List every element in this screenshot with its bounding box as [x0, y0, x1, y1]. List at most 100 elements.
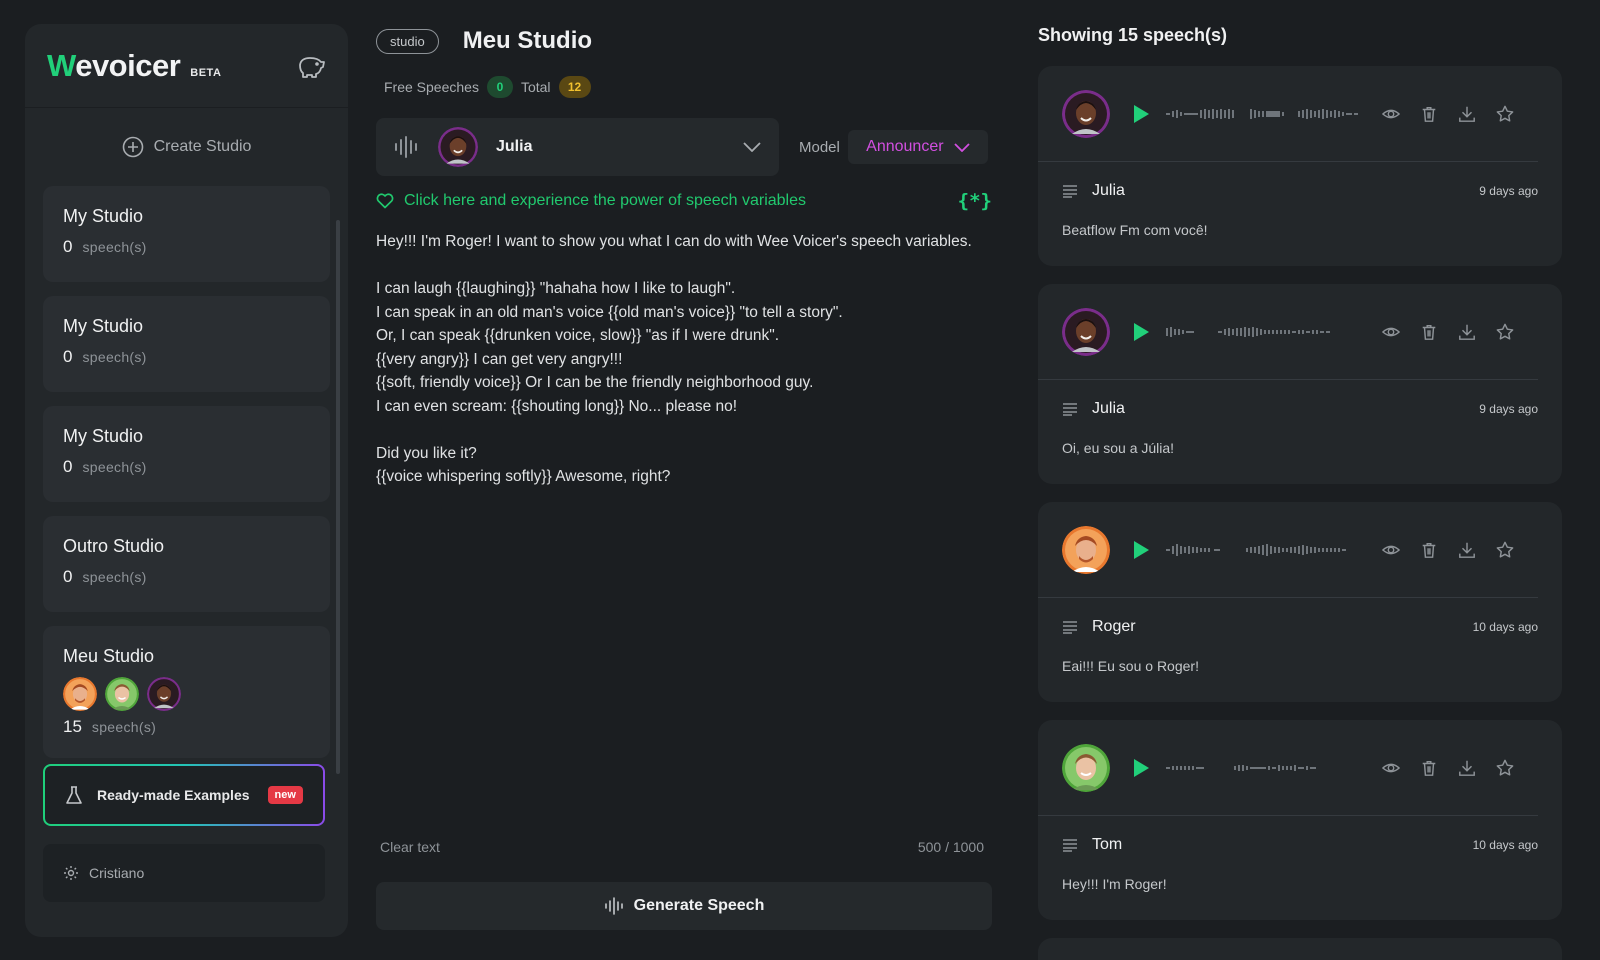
star-icon[interactable]	[1496, 759, 1514, 777]
star-icon[interactable]	[1496, 105, 1514, 123]
voice-model-row: Julia Model Announcer	[376, 118, 992, 176]
audio-waveform[interactable]	[1166, 322, 1376, 342]
piggy-bank-icon[interactable]	[296, 53, 326, 79]
speech-date: 10 days ago	[1472, 620, 1538, 634]
total-label: Total	[520, 79, 551, 95]
text-lines-icon	[1063, 621, 1077, 634]
download-icon[interactable]	[1458, 759, 1476, 777]
eye-icon[interactable]	[1382, 323, 1400, 341]
voice-avatar-julia	[438, 127, 478, 167]
studio-card-my-studio-1[interactable]: My Studio 0 speech(s)	[43, 186, 330, 282]
speech-variables-link[interactable]: Click here and experience the power of s…	[404, 192, 948, 210]
wevoicer-logo[interactable]: Wevoicer BETA	[47, 48, 221, 84]
text-lines-icon	[1063, 185, 1077, 198]
eye-icon[interactable]	[1382, 759, 1400, 777]
studio-speech-unit: speech(s)	[91, 719, 157, 735]
audio-waveform[interactable]	[1166, 104, 1376, 124]
trash-icon[interactable]	[1420, 323, 1438, 341]
waveform-icon	[604, 897, 623, 915]
studio-speech-unit: speech(s)	[82, 349, 147, 365]
speech-card[interactable]: Roger 10 days ago Eai!!! Eu sou o Roger!	[1038, 502, 1562, 702]
studio-speech-unit: speech(s)	[82, 569, 147, 585]
trash-icon[interactable]	[1420, 541, 1438, 559]
text-lines-icon	[1063, 403, 1077, 416]
logo-row: Wevoicer BETA	[25, 24, 348, 108]
speech-stats: Free Speeches 0 Total 12	[384, 76, 992, 98]
character-counter: 500 / 1000	[917, 839, 984, 855]
selected-voice-name: Julia	[496, 138, 533, 155]
heart-icon	[376, 193, 394, 209]
speech-card[interactable]: Tom 10 days ago Hey!!! I'm Roger!	[1038, 720, 1562, 920]
studio-card-meu-studio[interactable]: Meu Studio 15 speech(s)	[43, 626, 330, 758]
speech-variables-row: Click here and experience the power of s…	[376, 190, 992, 212]
eye-icon[interactable]	[1382, 541, 1400, 559]
play-icon[interactable]	[1132, 322, 1150, 342]
speech-card[interactable]	[1038, 938, 1562, 960]
download-icon[interactable]	[1458, 323, 1476, 341]
plus-circle-icon	[122, 136, 143, 158]
eye-icon[interactable]	[1382, 105, 1400, 123]
speech-voice-name: Tom	[1092, 836, 1123, 853]
studio-type-pill: studio	[376, 28, 439, 54]
chevron-down-icon	[743, 142, 761, 152]
studio-card-my-studio-2[interactable]: My Studio 0 speech(s)	[43, 296, 330, 392]
model-label: Model	[799, 138, 840, 156]
sidebar: Wevoicer BETA Create Studio My Studio 0 …	[25, 24, 348, 937]
free-speeches-count: 0	[486, 76, 513, 98]
play-icon[interactable]	[1132, 104, 1150, 124]
speech-text: Beatflow Fm com você!	[1062, 222, 1208, 238]
voice-select[interactable]: Julia	[376, 118, 779, 176]
model-select[interactable]: Announcer	[847, 130, 988, 164]
ready-made-examples-button[interactable]: Ready-made Examples new	[43, 764, 325, 826]
logo-w: W	[47, 47, 76, 83]
speech-date: 10 days ago	[1472, 838, 1538, 852]
create-studio-button[interactable]: Create Studio	[25, 108, 348, 186]
download-icon[interactable]	[1458, 541, 1476, 559]
sidebar-scrollbar[interactable]	[336, 220, 340, 774]
trash-icon[interactable]	[1420, 105, 1438, 123]
beta-label: BETA	[190, 66, 222, 79]
speech-date: 9 days ago	[1479, 402, 1538, 416]
speech-voice-name: Julia	[1092, 182, 1125, 199]
avatar-roger	[1062, 526, 1110, 574]
play-icon[interactable]	[1132, 540, 1150, 560]
speech-text-input[interactable]: Hey!!! I'm Roger! I want to show you wha…	[376, 230, 992, 820]
create-studio-label: Create Studio	[153, 138, 252, 155]
star-icon[interactable]	[1496, 323, 1514, 341]
speech-voice-name: Roger	[1092, 618, 1136, 635]
studio-speech-unit: speech(s)	[82, 239, 147, 255]
studio-name: My Studio	[63, 316, 144, 336]
audio-waveform[interactable]	[1166, 540, 1376, 560]
free-speeches-label: Free Speeches	[384, 79, 479, 95]
avatar-tom	[1062, 744, 1110, 792]
studio-speech-count: 15	[63, 717, 82, 736]
star-icon[interactable]	[1496, 541, 1514, 559]
speech-card[interactable]: Julia 9 days ago Beatflow Fm com você!	[1038, 66, 1562, 266]
studio-card-my-studio-3[interactable]: My Studio 0 speech(s)	[43, 406, 330, 502]
speech-editor: studio Meu Studio Free Speeches 0 Total …	[376, 24, 992, 944]
speech-date: 9 days ago	[1479, 184, 1538, 198]
user-name: Cristiano	[89, 865, 145, 881]
selected-model: Announcer	[866, 138, 944, 155]
examples-label: Ready-made Examples	[97, 787, 250, 803]
speech-text: Hey!!! I'm Roger!	[1062, 876, 1167, 892]
page-title[interactable]: Meu Studio	[463, 27, 592, 55]
trash-icon[interactable]	[1420, 759, 1438, 777]
play-icon[interactable]	[1132, 758, 1150, 778]
chevron-down-icon	[953, 142, 970, 152]
studio-card-outro-studio[interactable]: Outro Studio 0 speech(s)	[43, 516, 330, 612]
clear-text-button[interactable]: Clear text	[380, 839, 440, 855]
studio-name: Meu Studio	[63, 646, 155, 666]
audio-waveform[interactable]	[1166, 758, 1376, 778]
generate-speech-button[interactable]: Generate Speech	[376, 882, 992, 930]
speeches-count-title: Showing 15 speech(s)	[1038, 24, 1228, 45]
user-settings-button[interactable]: Cristiano	[43, 844, 325, 902]
download-icon[interactable]	[1458, 105, 1476, 123]
studio-speech-unit: speech(s)	[82, 459, 147, 475]
waveform-icon	[395, 136, 417, 158]
logo-text: evoicer	[75, 47, 181, 83]
speech-card[interactable]: Julia 9 days ago Oi, eu sou a Júlia!	[1038, 284, 1562, 484]
studio-voice-avatars	[63, 677, 310, 711]
studio-name: My Studio	[63, 426, 144, 446]
insert-variable-icon[interactable]: {*}	[958, 190, 992, 212]
